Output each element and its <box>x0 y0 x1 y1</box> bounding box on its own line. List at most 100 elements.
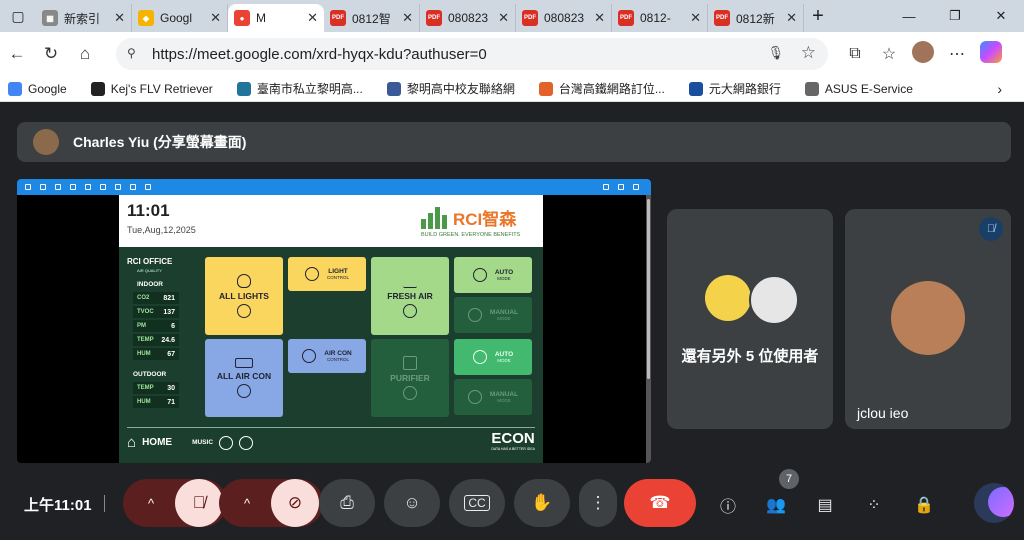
office-title: RCI OFFICE <box>127 257 173 266</box>
music-play-icon[interactable] <box>219 435 234 450</box>
copilot-icon[interactable] <box>974 40 1008 68</box>
browser-tab[interactable]: PDF 0812- ✕ <box>612 4 708 32</box>
purifier-tile[interactable]: PURIFIER <box>371 339 449 417</box>
shared-screen[interactable]: 11:01 Tue,Aug,12,2025 RCI智森 BUILD GREEN.… <box>17 179 651 463</box>
others-tile[interactable]: 還有另外 5 位使用者 <box>667 209 833 429</box>
auto-mode-sub: MODE <box>497 276 511 281</box>
gemini-button[interactable] <box>974 483 1014 523</box>
more-menu-icon[interactable]: ⋯ <box>940 44 974 64</box>
restore-button[interactable]: ❐ <box>932 0 978 32</box>
people-icon[interactable]: 👥 <box>764 493 788 517</box>
participant-name: jclou ieo <box>857 405 909 421</box>
sensor-row: CO2 821 <box>133 292 179 304</box>
close-tab-icon[interactable]: ✕ <box>594 10 605 26</box>
air-con-control-tile[interactable]: AIR CON CONTROL <box>288 339 366 373</box>
toolbar-icon <box>115 184 121 190</box>
more-bookmarks-chevron-icon[interactable]: › <box>997 81 1024 97</box>
all-lights-tile[interactable]: ALL LIGHTS <box>205 257 283 335</box>
brand-name: RCI智森 <box>453 210 517 229</box>
participant-tile[interactable]: 🎙̸ jclou ieo <box>845 209 1011 429</box>
tab-favicon-icon: PDF <box>618 10 634 26</box>
light-control-tile[interactable]: LIGHT CONTROL <box>288 257 366 291</box>
close-tab-icon[interactable]: ✕ <box>307 10 318 26</box>
favorite-star-icon[interactable]: ☆ <box>801 43 816 63</box>
profile-avatar[interactable] <box>906 40 940 68</box>
leave-call-button[interactable]: ☎ <box>624 479 696 527</box>
more-options-button[interactable]: ⋮ <box>579 479 617 527</box>
reactions-button[interactable]: ☺ <box>384 479 440 527</box>
bookmark-item[interactable]: Google <box>8 80 67 97</box>
meeting-info-icon[interactable]: ⓘ <box>716 493 740 517</box>
home-label[interactable]: HOME <box>142 437 172 448</box>
bookmark-item[interactable]: Kej's FLV Retriever <box>90 80 213 97</box>
auto-mode-2-tile[interactable]: AUTO MODE <box>454 339 532 375</box>
manual-mode-2-tile[interactable]: MANUAL MODE <box>454 379 532 415</box>
browser-tab[interactable]: ◆ Googl ✕ <box>132 4 228 32</box>
scrollbar[interactable] <box>646 195 651 463</box>
fresh-air-tile[interactable]: FRESH AIR <box>371 257 449 335</box>
bookmark-favicon-icon <box>538 81 553 96</box>
all-air-con-tile[interactable]: ALL AIR CON <box>205 339 283 417</box>
microphone-icon[interactable]: 🎙 <box>767 45 784 61</box>
tab-title: 新索引 <box>64 11 101 26</box>
browser-tab[interactable]: PDF 0812智 ✕ <box>324 4 420 32</box>
close-window-button[interactable]: ✕ <box>978 0 1024 32</box>
toolbar-icon <box>145 184 151 190</box>
meeting-controls: 上午11:01 ^ 🎙̸ ^ ⊘ ⎙ ☺ CC ✋ ⋮ ☎ ⓘ 👥 7 ▤ ⁘ … <box>0 469 1024 528</box>
minimize-button[interactable]: — <box>886 0 932 32</box>
close-tab-icon[interactable]: ✕ <box>690 10 701 26</box>
host-controls-icon[interactable]: 🔒 <box>912 493 936 517</box>
sensor-row: TEMP 24.6 <box>133 334 179 346</box>
sensor-key: TEMP <box>137 337 154 343</box>
bookmark-item[interactable]: 台灣高鐵網路訂位... <box>538 80 665 97</box>
browser-tab[interactable]: ▦ 新索引 ✕ <box>36 4 132 32</box>
scrollbar-thumb[interactable] <box>647 199 650 379</box>
tab-favicon-icon: ◆ <box>138 10 154 26</box>
favorites-icon[interactable]: ☆ <box>872 44 906 64</box>
participants-count-badge: 7 <box>779 469 799 489</box>
bookmark-item[interactable]: 臺南市私立黎明高... <box>236 80 363 97</box>
mic-off-button[interactable]: 🎙̸ <box>175 479 223 527</box>
new-tab-button[interactable]: + <box>804 5 832 28</box>
close-tab-icon[interactable]: ✕ <box>114 10 125 26</box>
manual-mode-2-sub: MODE <box>497 398 511 403</box>
chat-icon[interactable]: ▤ <box>813 493 837 517</box>
extensions-icon[interactable]: ⧉ <box>838 45 872 63</box>
close-tab-icon[interactable]: ✕ <box>498 10 509 26</box>
manual-mode-tile[interactable]: MANUAL MODE <box>454 297 532 333</box>
camera-off-button[interactable]: ⊘ <box>271 479 319 527</box>
present-button[interactable]: ⎙ <box>319 479 375 527</box>
bookmark-label: 臺南市私立黎明高... <box>256 82 363 96</box>
bookmark-item[interactable]: ASUS E-Service <box>804 80 913 97</box>
browser-tab[interactable]: PDF 080823 ✕ <box>516 4 612 32</box>
home-button[interactable]: ⌂ <box>68 44 102 64</box>
close-tab-icon[interactable]: ✕ <box>402 10 413 26</box>
site-info-icon[interactable]: ⚲ <box>127 46 143 62</box>
captions-button[interactable]: CC <box>449 479 505 527</box>
close-tab-icon[interactable]: ✕ <box>210 10 221 26</box>
mic-options-chevron-icon[interactable]: ^ <box>127 496 175 511</box>
browser-tab[interactable]: PDF 080823 ✕ <box>420 4 516 32</box>
all-air-con-label: ALL AIR CON <box>216 371 272 381</box>
tab-actions-button[interactable]: ▢ <box>0 0 36 32</box>
refresh-button[interactable]: ↻ <box>34 44 68 64</box>
auto-mode-tile[interactable]: AUTO MODE <box>454 257 532 293</box>
bookmark-item[interactable]: 元大網路銀行 <box>688 80 781 97</box>
remote-toolbar <box>17 179 651 195</box>
close-tab-icon[interactable]: ✕ <box>786 10 797 26</box>
browser-tab[interactable]: PDF 0812新 ✕ <box>708 4 804 32</box>
bookmark-label: 黎明高中校友聯絡網 <box>406 82 515 96</box>
participant-avatar <box>891 281 965 355</box>
bookmark-item[interactable]: 黎明高中校友聯絡網 <box>386 80 515 97</box>
address-input[interactable]: ⚲ https://meet.google.com/xrd-hyqx-kdu?a… <box>116 38 828 70</box>
home-icon[interactable]: ⌂ <box>127 434 136 451</box>
tab-title: 080823 <box>448 11 489 25</box>
raise-hand-button[interactable]: ✋ <box>514 479 570 527</box>
tab-title: M <box>256 11 266 25</box>
back-button[interactable]: ← <box>0 44 34 64</box>
activities-icon[interactable]: ⁘ <box>862 493 886 517</box>
browser-tab[interactable]: ● M ✕ <box>228 4 324 32</box>
music-stop-icon[interactable] <box>239 435 254 450</box>
meet-stage: Charles Yiu (分享螢幕畫面) 11:01 Tue,Aug,12,20… <box>0 103 1024 540</box>
camera-options-chevron-icon[interactable]: ^ <box>223 496 271 511</box>
